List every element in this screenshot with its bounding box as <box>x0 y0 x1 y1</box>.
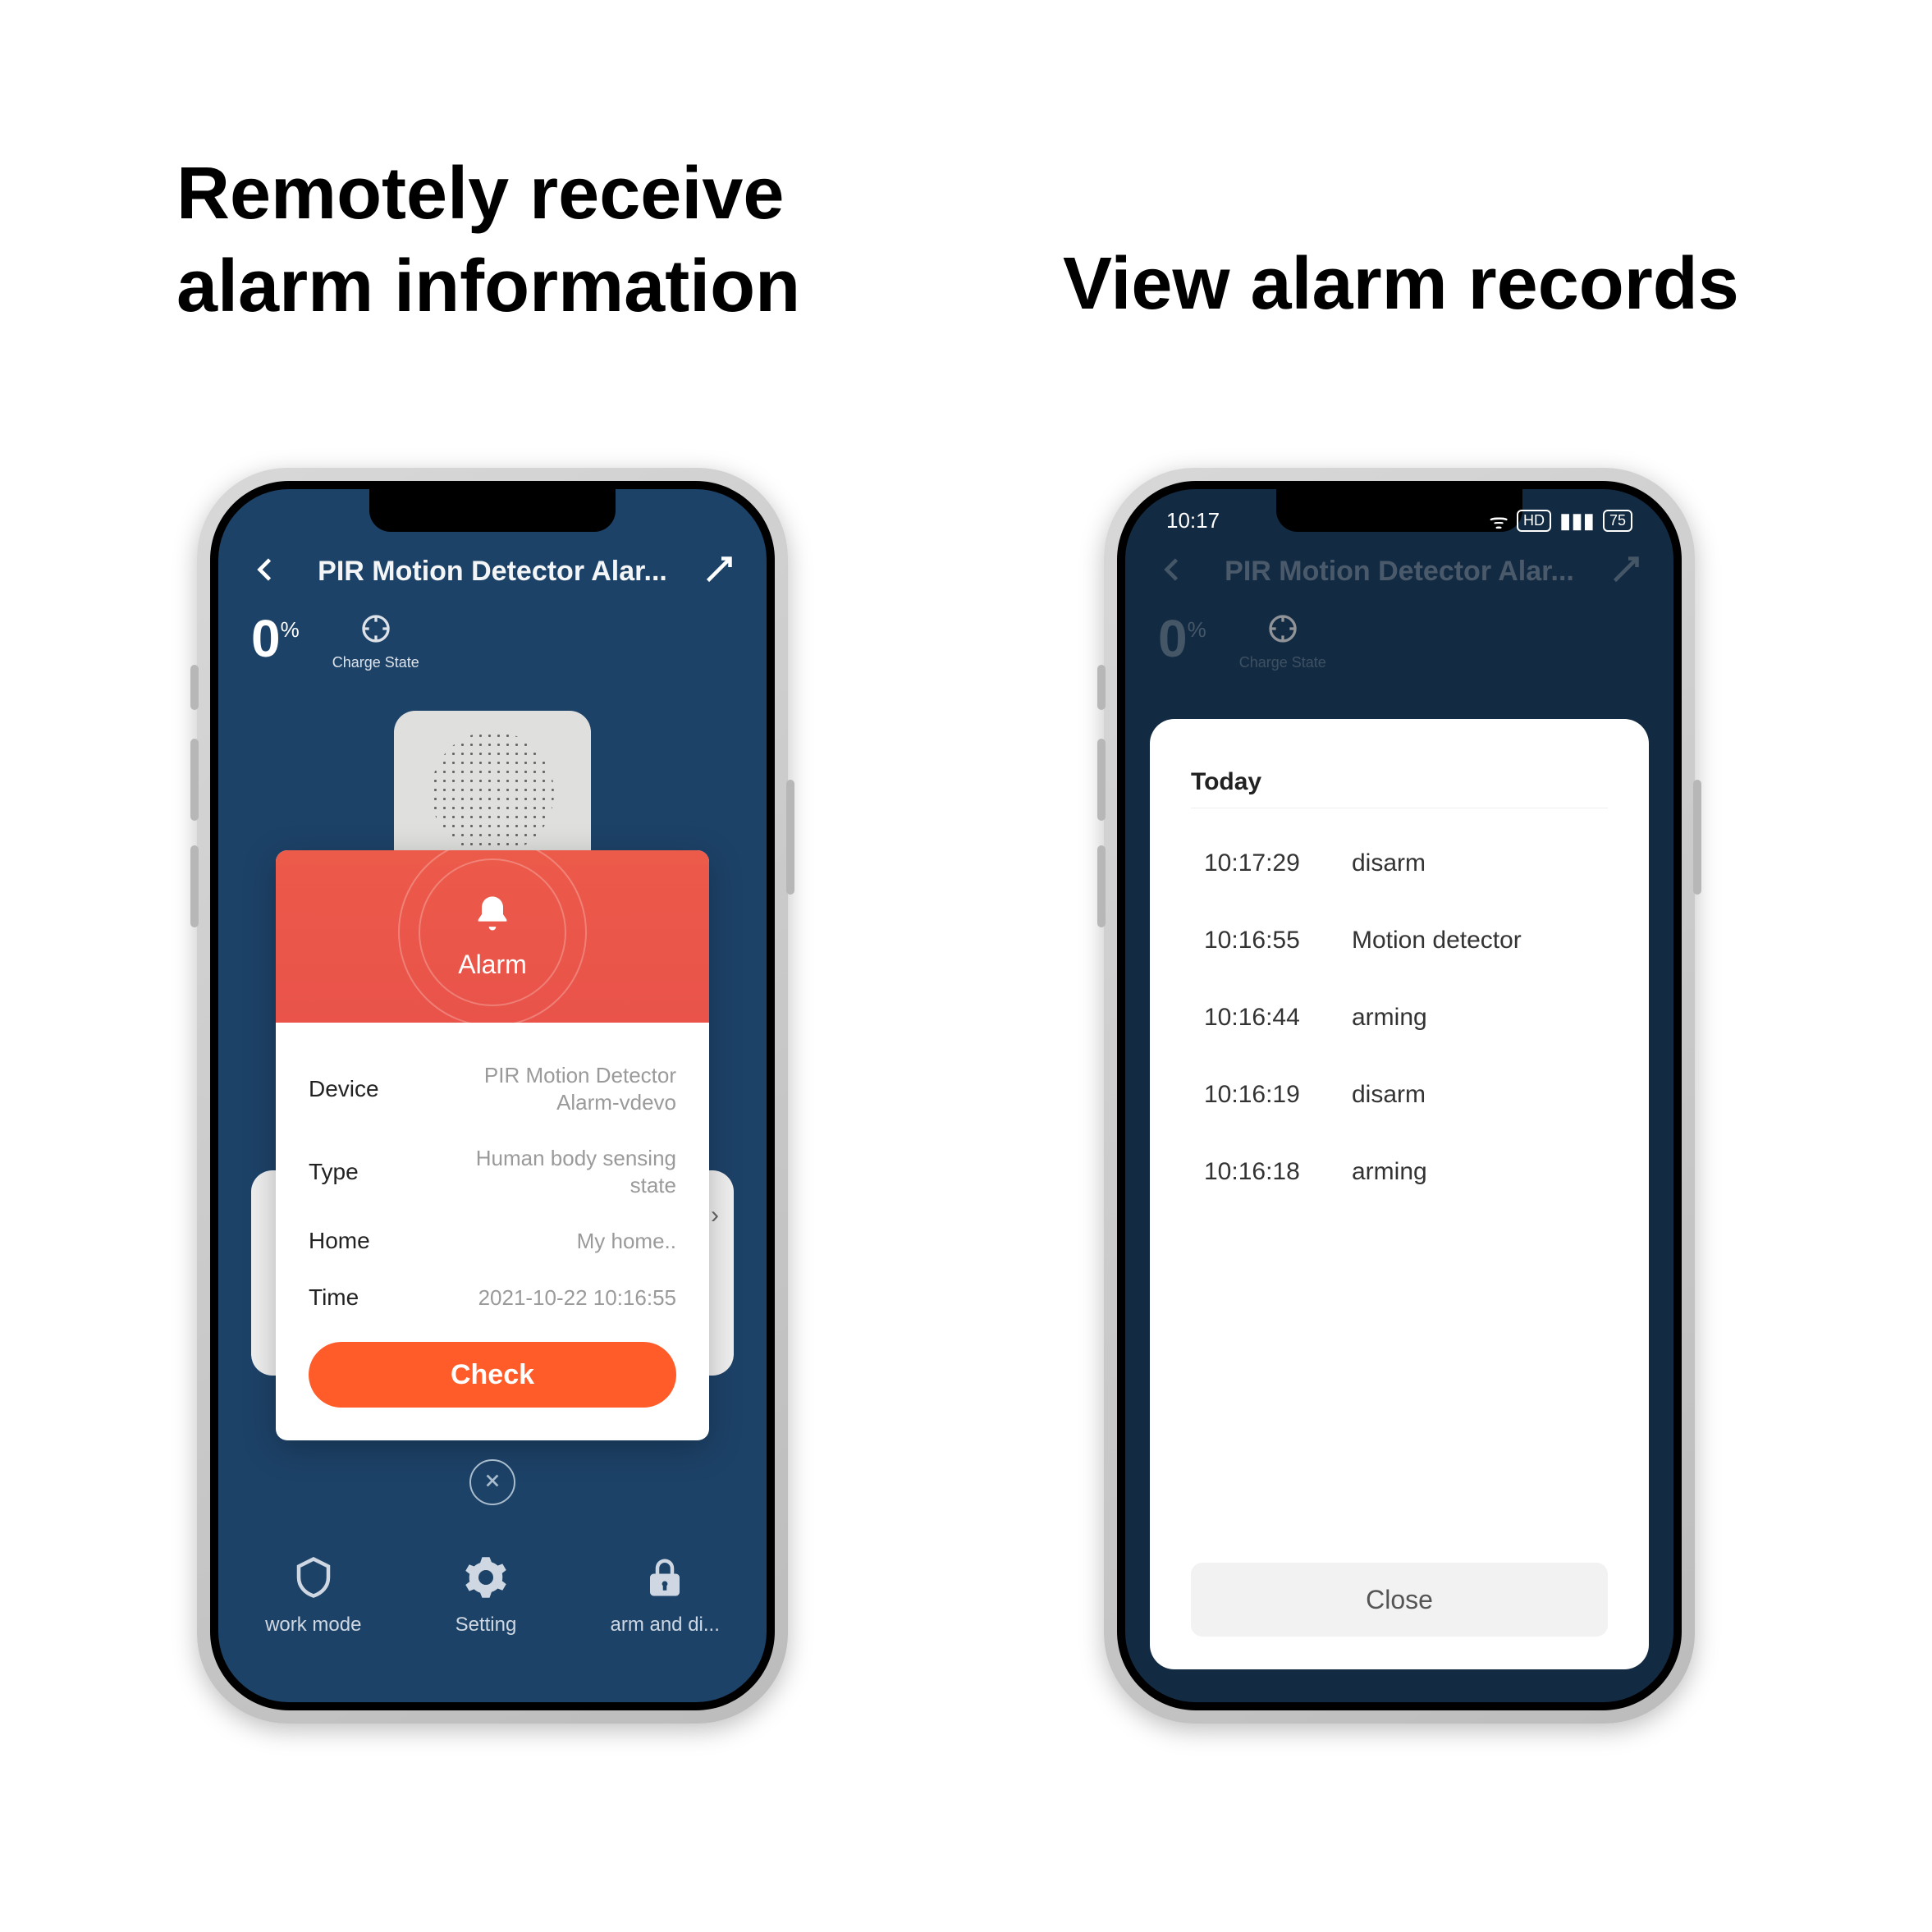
battery-percent: 0 % <box>251 612 300 665</box>
alarm-row-type: Type Human body sensing state <box>309 1130 676 1213</box>
record-event: arming <box>1352 1158 1427 1186</box>
headline-right: View alarm records <box>1063 238 1802 331</box>
back-icon[interactable] <box>251 555 281 588</box>
tab-work-mode[interactable]: work mode <box>265 1555 361 1637</box>
charge-icon <box>359 612 392 649</box>
record-event: Motion detector <box>1352 927 1522 955</box>
wifi-icon: ᯤ <box>1489 506 1509 535</box>
edit-icon[interactable] <box>704 555 734 588</box>
value: My home.. <box>577 1228 676 1255</box>
shield-icon <box>291 1555 336 1605</box>
percent-symbol: % <box>281 617 300 643</box>
label: Home <box>309 1228 370 1254</box>
label: Type <box>309 1159 359 1185</box>
label: Time <box>309 1284 359 1311</box>
record-event: disarm <box>1352 849 1426 877</box>
alarm-header: Alarm <box>276 850 709 1023</box>
close-button[interactable]: Close <box>1191 1563 1608 1637</box>
tab-label: Setting <box>456 1614 517 1637</box>
close-modal-button[interactable] <box>469 1459 515 1505</box>
record-time: 10:17:29 <box>1204 849 1327 877</box>
hd-badge: HD <box>1517 510 1551 532</box>
records-list: 10:17:29 disarm 10:16:55 Motion detector… <box>1191 825 1608 1563</box>
chevron-right-icon: › <box>711 1202 719 1229</box>
tab-label: arm and di... <box>610 1614 719 1637</box>
record-row[interactable]: 10:16:18 arming <box>1191 1133 1608 1211</box>
alarm-title: Alarm <box>458 950 527 980</box>
value: PIR Motion Detector Alarm-vdevo <box>430 1062 676 1115</box>
check-button[interactable]: Check <box>309 1342 676 1408</box>
bottom-tab-bar: work mode Setting arm and di... <box>218 1555 767 1661</box>
device-status-row: 0 % Charge State <box>251 612 419 671</box>
alarm-row-home: Home My home.. <box>309 1213 676 1270</box>
record-event: arming <box>1352 1004 1427 1032</box>
alarm-modal: Alarm Device PIR Motion Detector Alarm-v… <box>276 850 709 1440</box>
value: 2021-10-22 10:16:55 <box>478 1284 676 1312</box>
record-event: disarm <box>1352 1081 1426 1109</box>
records-section-title: Today <box>1191 768 1608 796</box>
battery-value: 0 <box>251 612 281 665</box>
charge-label: Charge State <box>332 654 419 671</box>
battery-badge: 75 <box>1603 510 1632 532</box>
record-row[interactable]: 10:17:29 disarm <box>1191 825 1608 902</box>
app-navbar: PIR Motion Detector Alar... <box>218 538 767 604</box>
gear-icon <box>464 1555 508 1605</box>
alarm-row-time: Time 2021-10-22 10:16:55 <box>309 1270 676 1326</box>
charge-state: Charge State <box>332 612 419 671</box>
lock-icon <box>643 1555 687 1605</box>
nav-title: PIR Motion Detector Alar... <box>318 556 667 588</box>
status-time: 10:17 <box>1166 508 1220 533</box>
phone-mockup-alarm: PIR Motion Detector Alar... 0 % Charge S… <box>197 468 788 1724</box>
record-time: 10:16:19 <box>1204 1081 1327 1109</box>
record-row[interactable]: 10:16:44 arming <box>1191 979 1608 1056</box>
record-time: 10:16:18 <box>1204 1158 1327 1186</box>
tab-label: work mode <box>265 1614 361 1637</box>
tab-arm-disarm[interactable]: arm and di... <box>610 1555 719 1637</box>
record-row[interactable]: 10:16:55 Motion detector <box>1191 902 1608 979</box>
tab-setting[interactable]: Setting <box>456 1555 517 1637</box>
records-sheet: Today 10:17:29 disarm 10:16:55 Motion de… <box>1150 719 1649 1669</box>
record-row[interactable]: 10:16:19 disarm <box>1191 1056 1608 1133</box>
notch <box>369 489 616 532</box>
close-icon <box>483 1472 501 1494</box>
status-bar: 10:17 ᯤ HD ▮▮▮ 75 <box>1125 504 1673 537</box>
signal-icon: ▮▮▮ <box>1559 508 1595 533</box>
alarm-row-device: Device PIR Motion Detector Alarm-vdevo <box>309 1047 676 1130</box>
record-time: 10:16:44 <box>1204 1004 1327 1032</box>
label: Device <box>309 1076 379 1102</box>
value: Human body sensing state <box>430 1145 676 1198</box>
phone-mockup-records: 10:17 ᯤ HD ▮▮▮ 75 PIR Motion Detector Al… <box>1104 468 1695 1724</box>
headline-left: Remotely receive alarm information <box>176 148 833 332</box>
record-time: 10:16:55 <box>1204 927 1327 955</box>
